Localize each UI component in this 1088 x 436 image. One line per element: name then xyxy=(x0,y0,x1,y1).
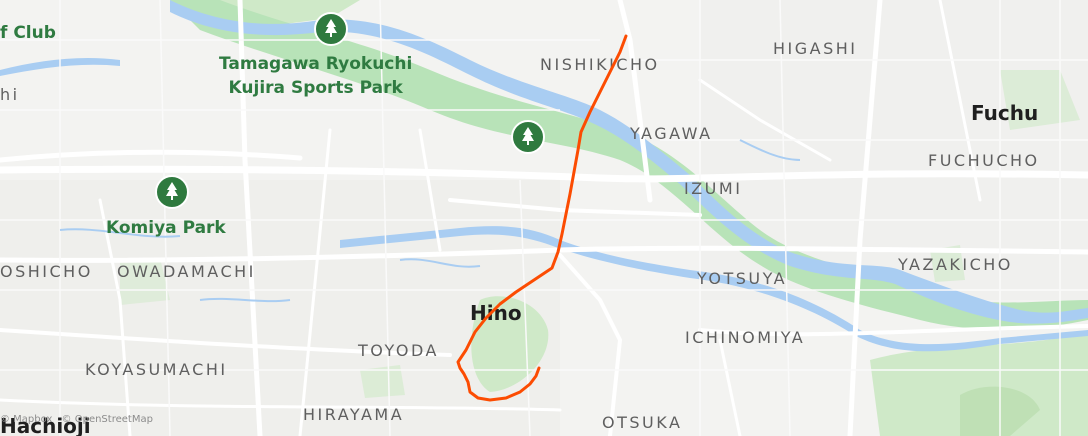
route-overlay xyxy=(456,34,628,402)
osm-credit[interactable]: © OpenStreetMap xyxy=(62,414,153,425)
map-view[interactable]: Tamagawa Ryokuchi Kujira Sports Park Kom… xyxy=(0,0,1088,436)
activity-route[interactable] xyxy=(456,34,628,402)
mapbox-credit[interactable]: © Mapbox xyxy=(0,414,52,425)
map-attribution: © Mapbox © OpenStreetMap xyxy=(0,414,159,425)
